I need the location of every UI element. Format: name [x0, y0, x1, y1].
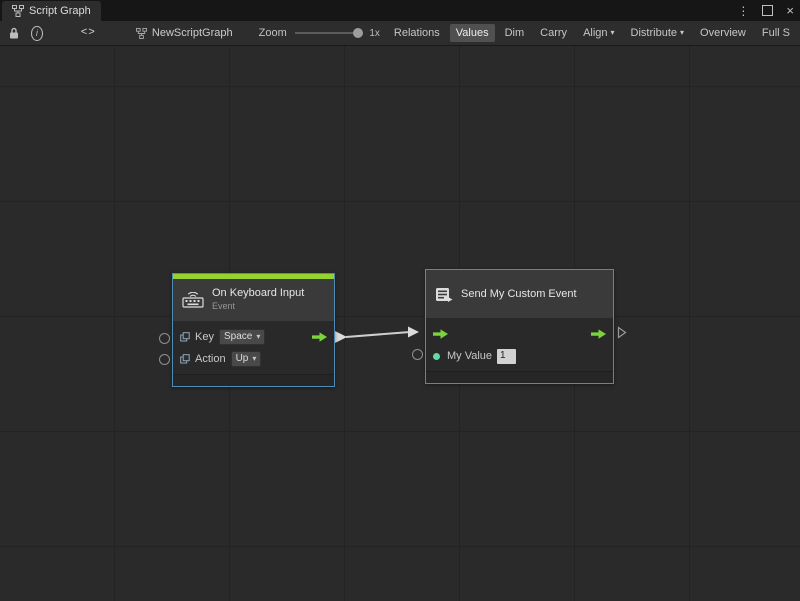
toolbar-buttons: Relations Values Dim Carry Align▾ Distri… [388, 24, 796, 42]
distribute-dropdown[interactable]: Distribute▾ [625, 24, 690, 42]
action-dropdown[interactable]: Up ▾ [231, 351, 262, 367]
lock-icon[interactable] [8, 27, 20, 40]
zoom-slider-handle[interactable] [353, 28, 363, 38]
object-port-icon [180, 332, 190, 342]
graph-asset-name: NewScriptGraph [152, 27, 233, 39]
info-icon[interactable]: i [31, 26, 43, 41]
script-graph-icon [12, 5, 24, 17]
values-button[interactable]: Values [450, 24, 495, 42]
graph-canvas[interactable]: On Keyboard Input Event Key Space ▾ [0, 46, 800, 601]
connections-layer [0, 46, 800, 601]
flow-output-arrow-icon[interactable] [312, 332, 327, 342]
graph-asset[interactable]: NewScriptGraph [136, 27, 233, 39]
maximize-icon[interactable] [762, 5, 773, 16]
align-dropdown[interactable]: Align▾ [577, 24, 620, 42]
code-view-icon[interactable]: <> [81, 27, 96, 39]
close-icon[interactable]: × [786, 4, 794, 17]
graph-asset-icon [136, 28, 147, 39]
zoom-value: 1x [369, 28, 380, 39]
overview-button[interactable]: Overview [694, 24, 752, 42]
connection-arrow-start [335, 331, 347, 343]
value-port-circle-key[interactable] [159, 333, 170, 344]
key-dropdown[interactable]: Space ▾ [219, 329, 265, 345]
zoom-label: Zoom [259, 27, 287, 39]
port-row-flow [426, 323, 613, 345]
tab-title: Script Graph [29, 5, 91, 17]
value-port-circle-action[interactable] [159, 354, 170, 365]
node-body: Key Space ▾ [173, 321, 334, 374]
node-header[interactable]: On Keyboard Input Event [173, 279, 334, 321]
node-footer [173, 374, 334, 386]
tab-script-graph[interactable]: Script Graph [2, 1, 101, 21]
node-body: My Value 1 [426, 318, 613, 371]
node-subtitle: Event [212, 300, 304, 313]
dim-button[interactable]: Dim [499, 24, 531, 42]
chevron-down-icon: ▾ [611, 29, 615, 37]
node-on-keyboard-input[interactable]: On Keyboard Input Event Key Space ▾ [172, 273, 335, 387]
window-tab-bar: Script Graph ⋮ × [0, 0, 800, 21]
port-row-my-value: My Value 1 [426, 345, 613, 367]
node-header[interactable]: Send My Custom Event [426, 270, 613, 318]
flow-output-arrow-icon[interactable] [591, 329, 606, 339]
flow-input-arrow-icon[interactable] [433, 329, 448, 339]
custom-event-icon [435, 287, 453, 302]
chevron-down-icon: ▾ [252, 355, 256, 363]
relations-button[interactable]: Relations [388, 24, 446, 42]
carry-button[interactable]: Carry [534, 24, 573, 42]
chevron-down-icon: ▾ [680, 29, 684, 37]
node-title: On Keyboard Input [212, 287, 304, 300]
zoom-slider[interactable] [295, 32, 361, 34]
port-row-action: Action Up ▾ [173, 348, 334, 370]
node-title: Send My Custom Event [461, 288, 577, 300]
node-send-my-custom-event[interactable]: Send My Custom Event My Value [425, 269, 614, 384]
keyboard-icon [182, 292, 204, 308]
port-row-key: Key Space ▾ [173, 326, 334, 348]
port-label-action: Action [195, 353, 226, 365]
value-port-circle-my-value[interactable] [412, 349, 423, 360]
node-footer [426, 371, 613, 383]
port-label-my-value: My Value [447, 350, 492, 362]
window-controls: ⋮ × [737, 2, 794, 19]
connection-line[interactable] [346, 332, 410, 337]
my-value-input[interactable]: 1 [497, 349, 516, 364]
flow-output-stub-icon[interactable] [617, 326, 627, 339]
value-port-dot-icon[interactable] [433, 353, 440, 360]
chevron-down-icon: ▾ [256, 333, 260, 341]
port-label-key: Key [195, 331, 214, 343]
object-port-icon [180, 354, 190, 364]
graph-toolbar: i <> NewScriptGraph Zoom 1x Relations Va… [0, 21, 800, 46]
kebab-menu-icon[interactable]: ⋮ [737, 5, 749, 17]
fullscreen-button[interactable]: Full S [756, 24, 796, 42]
